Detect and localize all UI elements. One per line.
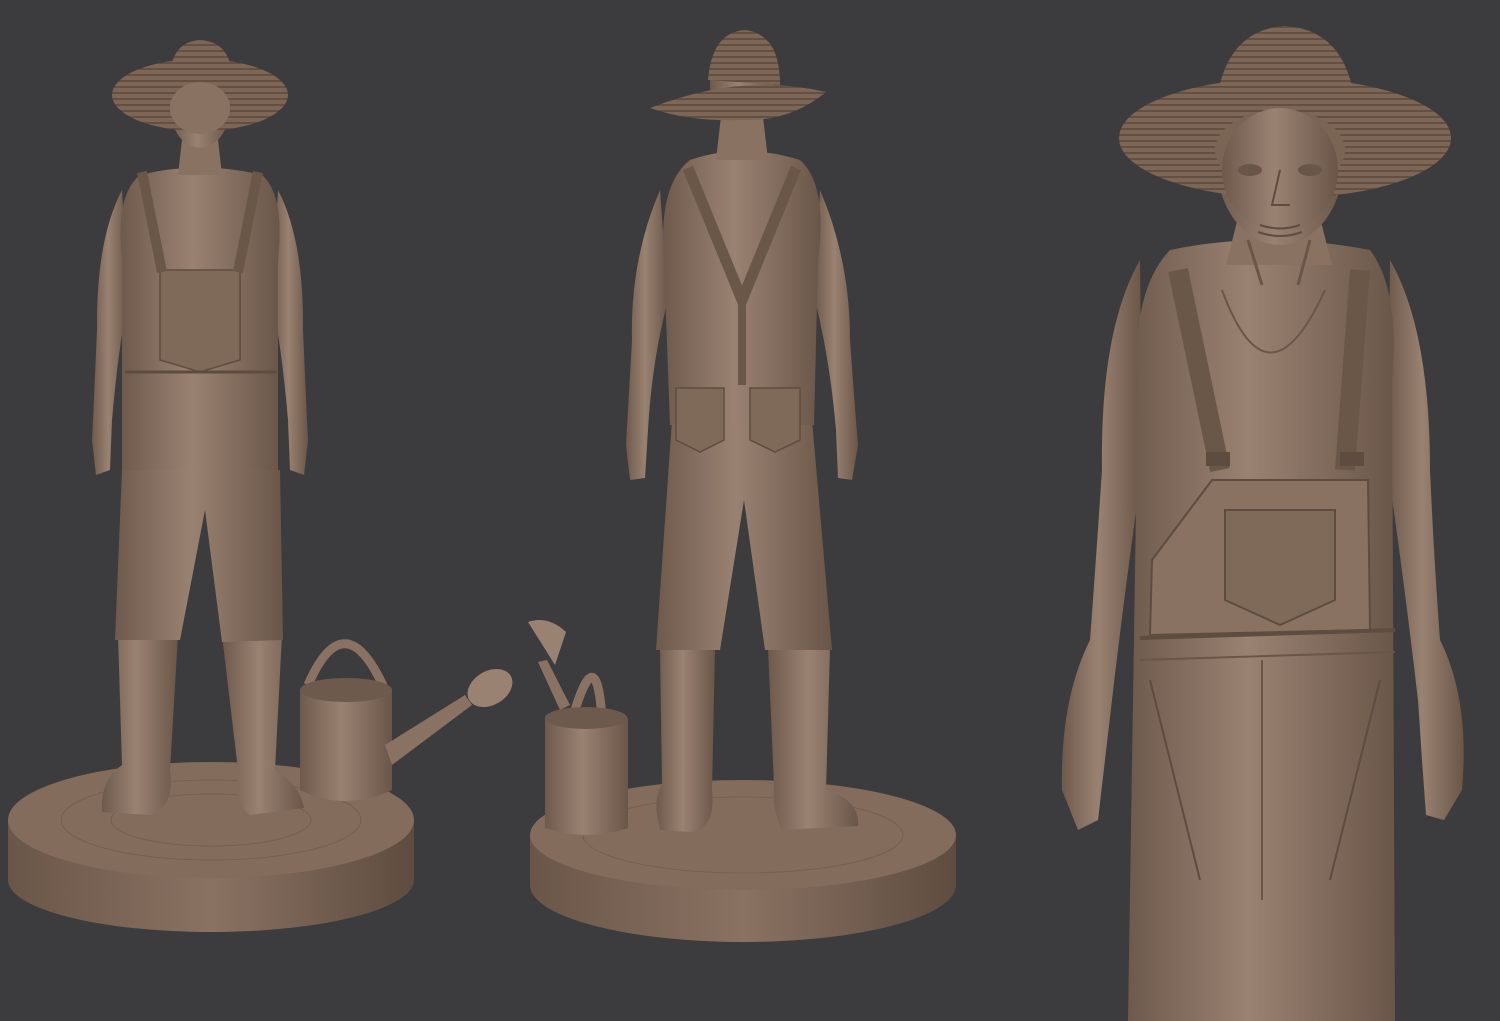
sculpt-render-canvas — [0, 0, 1500, 1021]
sculpt-render-viewport — [0, 0, 1500, 1021]
